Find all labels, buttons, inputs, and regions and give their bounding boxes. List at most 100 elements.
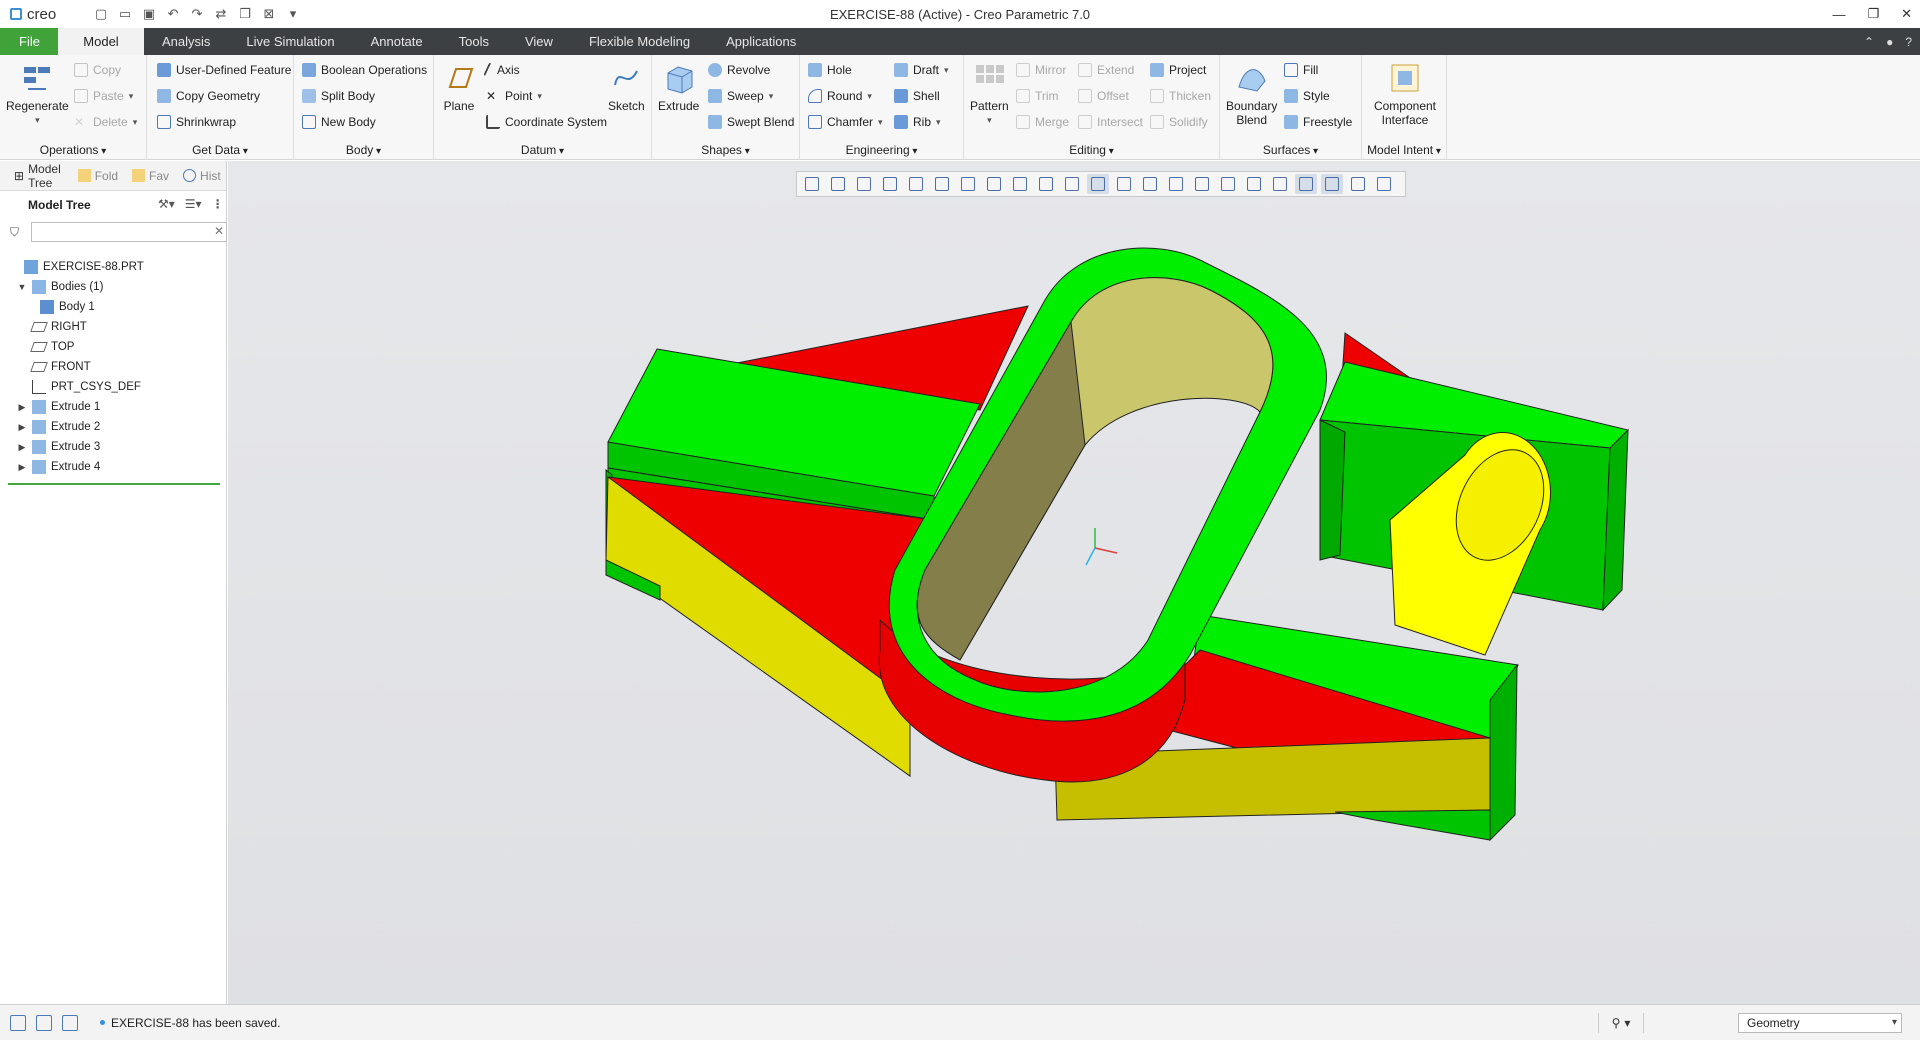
restore-icon[interactable]: ❐ xyxy=(1867,6,1879,22)
model-viewport[interactable] xyxy=(228,161,1920,1004)
operations-group-label[interactable]: Operations xyxy=(0,143,146,157)
merge-button[interactable]: Merge xyxy=(1016,115,1069,129)
front-arm-bottom[interactable] xyxy=(1334,809,1491,841)
open-file-icon[interactable]: ▭ xyxy=(116,5,134,23)
expand-toggle-icon[interactable]: ▶ xyxy=(16,402,28,413)
tree-item[interactable]: TOP xyxy=(0,337,226,357)
user-defined-feature-button[interactable]: User-Defined Feature xyxy=(157,63,291,77)
sweep-button[interactable]: Sweep ▾ xyxy=(708,89,773,103)
insert-here-indicator[interactable] xyxy=(8,483,220,485)
pattern-button[interactable]: Pattern ▾ xyxy=(970,61,1009,127)
copy-button[interactable]: Copy xyxy=(74,63,121,77)
delete-button[interactable]: ✕ Delete ▾ xyxy=(74,115,137,129)
tree-item[interactable]: FRONT xyxy=(0,357,226,377)
tree-item[interactable]: PRT_CSYS_DEF xyxy=(0,377,226,397)
full-screen-icon[interactable] xyxy=(62,1014,78,1031)
tree-item[interactable]: Body 1 xyxy=(0,297,226,317)
chamfer-button[interactable]: Chamfer ▾ xyxy=(808,115,883,129)
tab-analysis[interactable]: Analysis xyxy=(144,28,228,55)
paste-button[interactable]: Paste ▾ xyxy=(74,89,133,103)
boolean-operations-button[interactable]: Boolean Operations xyxy=(302,63,427,77)
sketch-button[interactable]: Sketch xyxy=(608,61,645,113)
help-icon[interactable]: ? xyxy=(1905,35,1912,49)
hole-button[interactable]: Hole xyxy=(808,63,852,77)
mirror-button[interactable]: Mirror xyxy=(1016,63,1066,77)
style-button[interactable]: Style xyxy=(1284,89,1330,103)
thicken-button[interactable]: Thicken xyxy=(1150,89,1211,103)
body-group-label[interactable]: Body xyxy=(294,143,433,157)
tree-settings-icon[interactable]: ⚒▾ xyxy=(158,197,175,211)
tree-show-icon[interactable]: ☰▾ xyxy=(185,197,202,211)
axis-button[interactable]: Axis xyxy=(483,62,520,78)
project-button[interactable]: Project xyxy=(1150,63,1206,77)
new-file-icon[interactable]: ▢ xyxy=(92,5,110,23)
datum-group-label[interactable]: Datum xyxy=(434,143,651,157)
tab-model-tree[interactable]: ⊞ Model Tree xyxy=(8,162,70,190)
solidify-button[interactable]: Solidify xyxy=(1150,115,1208,129)
undo-icon[interactable]: ↶ xyxy=(164,5,182,23)
minimize-icon[interactable]: — xyxy=(1832,7,1845,22)
windows-icon[interactable]: ❐ xyxy=(236,5,254,23)
model-intent-group-label[interactable]: Model Intent xyxy=(1362,143,1446,157)
round-button[interactable]: Round ▾ xyxy=(808,89,872,103)
component-interface-button[interactable]: Component Interface xyxy=(1368,61,1442,127)
find-button[interactable]: ⚲ ▾ xyxy=(1598,1013,1644,1033)
draft-button[interactable]: Draft ▾ xyxy=(894,63,949,77)
tab-folder-browser[interactable]: Fold xyxy=(72,163,124,189)
copy-geometry-button[interactable]: Copy Geometry xyxy=(157,89,260,103)
expand-toggle-icon[interactable]: ▶ xyxy=(16,462,28,473)
extend-button[interactable]: Extend xyxy=(1078,63,1134,77)
settings-icon[interactable]: ● xyxy=(1886,35,1893,49)
close-window-icon[interactable]: ⊠ xyxy=(260,5,278,23)
tab-flexible-modeling[interactable]: Flexible Modeling xyxy=(571,28,708,55)
tree-filter-icon[interactable]: ⋮ xyxy=(212,197,224,211)
tab-live-simulation[interactable]: Live Simulation xyxy=(228,28,352,55)
get-data-group-label[interactable]: Get Data xyxy=(147,143,293,157)
filter-icon[interactable]: ⛉ xyxy=(10,225,24,239)
new-body-button[interactable]: New Body xyxy=(302,115,376,129)
tree-item[interactable]: ▶ Extrude 3 xyxy=(0,437,226,457)
coordinate-system-button[interactable]: Coordinate System xyxy=(486,115,607,129)
swept-blend-button[interactable]: Swept Blend xyxy=(708,115,794,129)
fill-button[interactable]: Fill xyxy=(1284,63,1318,77)
regenerate-button[interactable]: Regenerate ▾ xyxy=(6,61,69,127)
tree-item[interactable]: ▶ Extrude 2 xyxy=(0,417,226,437)
close-icon[interactable]: ✕ xyxy=(1901,6,1912,22)
shapes-group-label[interactable]: Shapes xyxy=(652,143,799,157)
tab-history[interactable]: Hist xyxy=(177,163,227,189)
expand-toggle-icon[interactable]: ▶ xyxy=(16,422,28,433)
graphics-window[interactable] xyxy=(228,161,1920,1004)
tab-annotate[interactable]: Annotate xyxy=(353,28,441,55)
revolve-button[interactable]: Revolve xyxy=(708,63,770,77)
rib-button[interactable]: Rib ▾ xyxy=(894,115,941,129)
search-input[interactable] xyxy=(31,222,227,242)
tab-view[interactable]: View xyxy=(507,28,571,55)
boundary-blend-button[interactable]: Boundary Blend xyxy=(1226,61,1277,127)
tree-item[interactable]: ▶ Extrude 4 xyxy=(0,457,226,477)
split-body-button[interactable]: Split Body xyxy=(302,89,375,103)
tab-model[interactable]: Model xyxy=(58,28,144,55)
editing-group-label[interactable]: Editing xyxy=(964,143,1219,157)
tab-favorites[interactable]: Fav xyxy=(126,163,175,189)
intersect-button[interactable]: Intersect xyxy=(1078,115,1143,129)
expand-toggle-icon[interactable]: ▼ xyxy=(16,282,28,292)
tab-file[interactable]: File xyxy=(0,28,58,55)
extrude-button[interactable]: Extrude xyxy=(658,61,699,113)
save-icon[interactable]: ▣ xyxy=(140,5,158,23)
selection-filter-select[interactable]: Geometry ▾ xyxy=(1738,1013,1902,1033)
toggle-navigator-icon[interactable] xyxy=(10,1014,26,1031)
point-button[interactable]: ✕ Point ▾ xyxy=(486,89,542,103)
regenerate-caret-icon[interactable]: ▾ xyxy=(35,113,40,127)
shrinkwrap-button[interactable]: Shrinkwrap xyxy=(157,115,236,129)
tab-applications[interactable]: Applications xyxy=(708,28,814,55)
tree-item[interactable]: ▼ Bodies (1) xyxy=(0,277,226,297)
pattern-caret-icon[interactable]: ▾ xyxy=(987,113,992,127)
plane-button[interactable]: Plane xyxy=(442,61,476,113)
redo-icon[interactable]: ↷ xyxy=(188,5,206,23)
shell-button[interactable]: Shell xyxy=(894,89,940,103)
engineering-group-label[interactable]: Engineering xyxy=(800,143,963,157)
clear-search-icon[interactable]: ✕ xyxy=(214,224,224,238)
tree-item[interactable]: RIGHT xyxy=(0,317,226,337)
toggle-browser-icon[interactable] xyxy=(36,1014,52,1031)
trim-button[interactable]: Trim xyxy=(1016,89,1059,103)
